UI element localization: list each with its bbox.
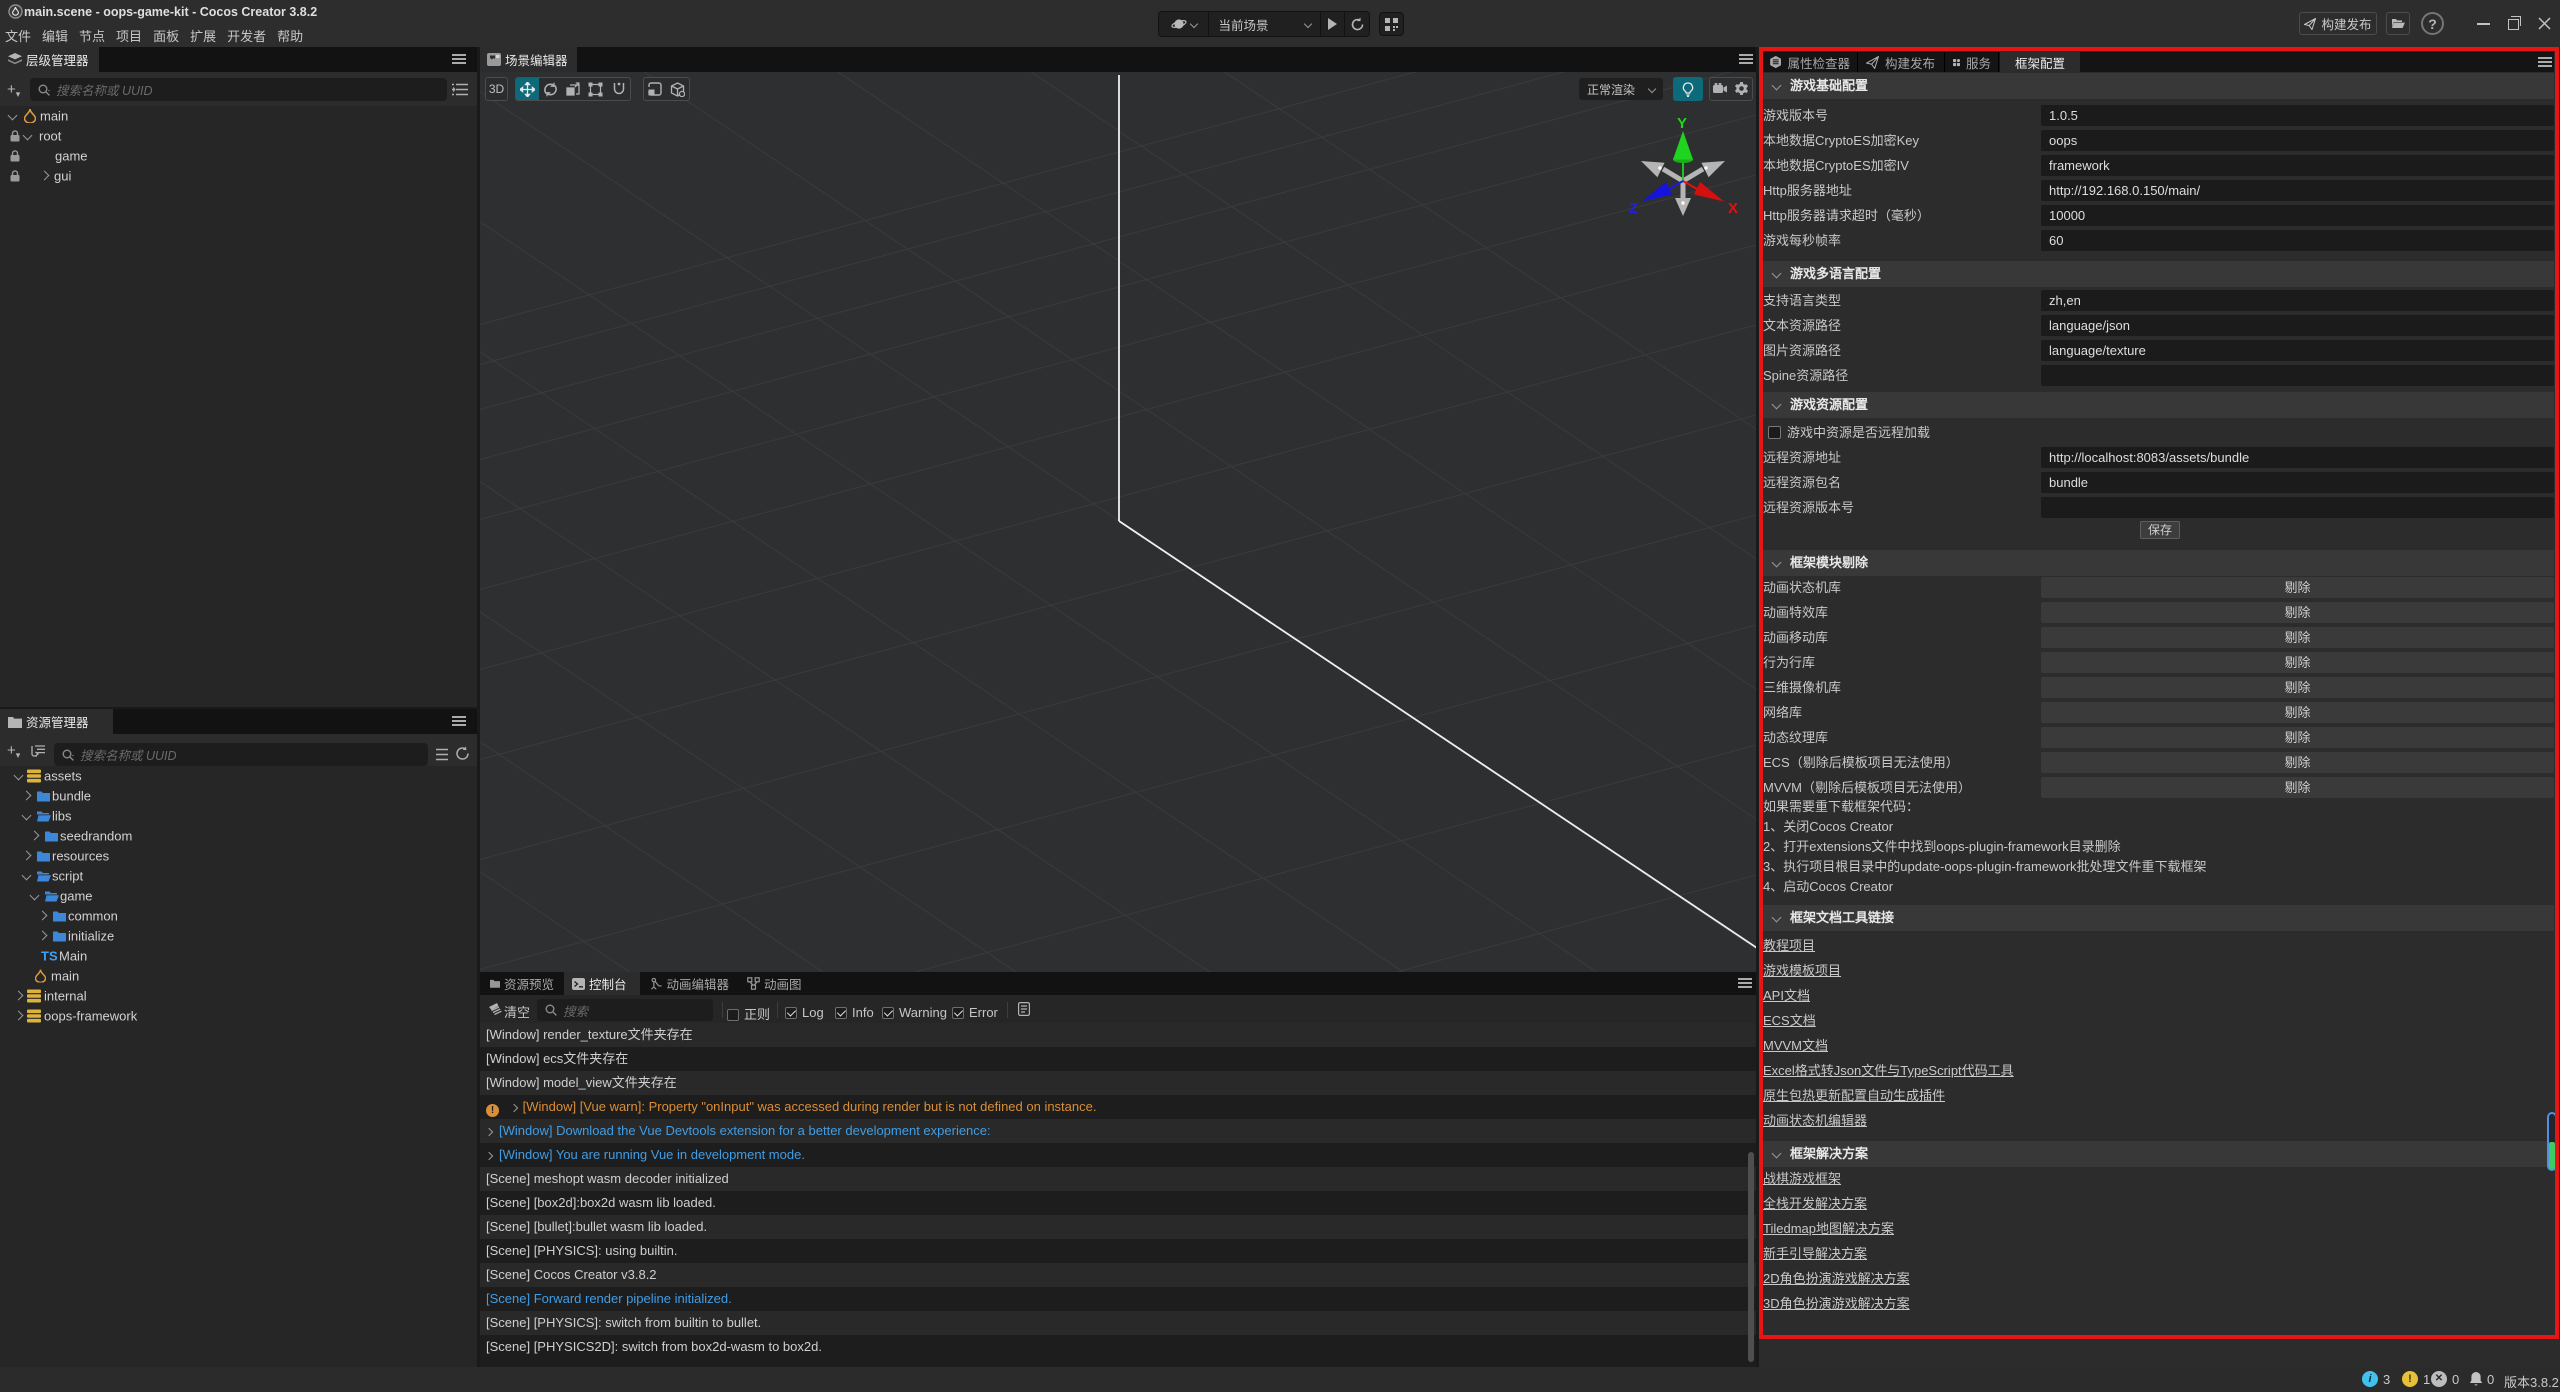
svg-text:Z: Z [1629,200,1638,217]
svg-text:X: X [1728,200,1738,217]
svg-text:Y: Y [1677,115,1687,132]
